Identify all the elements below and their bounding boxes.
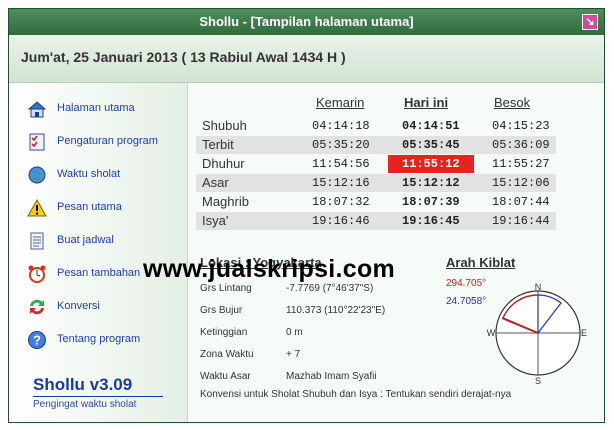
sidebar-item-buat-jadwal[interactable]: Buat jadwal (21, 229, 181, 255)
checklist-icon (29, 133, 45, 151)
kiblat-angle-primary: 294.705° (446, 278, 487, 289)
field-value-ketinggian: 0 m (286, 327, 303, 338)
globe-icon (28, 166, 46, 184)
time-today: 15:12:12 (402, 176, 460, 190)
time-yesterday: 19:16:46 (312, 214, 370, 228)
document-icon (30, 232, 44, 250)
time-today: 18:07:39 (402, 195, 460, 209)
sidebar-item-label: Pesan tambahan (57, 267, 141, 279)
sidebar-item-pesan-utama[interactable]: Pesan utama (21, 196, 181, 222)
time-tomorrow: 11:55:27 (492, 157, 550, 171)
field-label-bujur: Grs Bujur (200, 305, 243, 316)
compass-label-s: S (535, 376, 541, 386)
watermark-text: www.jualskripsi.com (143, 255, 396, 283)
sidebar-item-label: Tentang program (57, 333, 141, 345)
field-value-waktu-asar: Mazhab Imam Syafii (286, 371, 377, 382)
field-value-bujur: 110.373 (110°22'23"E) (286, 305, 386, 316)
time-yesterday: 15:12:16 (312, 176, 370, 190)
sidebar-item-label: Halaman utama (57, 102, 135, 114)
prayer-name: Maghrib (202, 194, 249, 209)
convention-note: Konvensi untuk Sholat Shubuh dan Isya : … (200, 389, 512, 400)
compass-label-e: E (581, 328, 587, 338)
column-header-tomorrow: Besok (494, 95, 531, 110)
time-yesterday: 05:35:20 (312, 138, 370, 152)
brand: Shollu v3.09 Pengingat waktu sholat (33, 375, 163, 410)
close-icon[interactable]: ↘ (582, 14, 598, 30)
title-bar: Shollu - [Tampilan halaman utama] ↘ (9, 9, 604, 35)
prayer-row-asar: Asar 15:12:16 15:12:12 15:12:06 (196, 174, 556, 192)
time-today-current: 11:55:12 (388, 155, 474, 173)
sidebar: Halaman utama Pengaturan program Waktu s… (9, 83, 188, 422)
time-yesterday: 04:14:18 (312, 119, 370, 133)
brand-subtitle: Pengingat waktu sholat (33, 399, 137, 410)
svg-text:?: ? (33, 333, 41, 348)
field-label-waktu-asar: Waktu Asar (200, 371, 251, 382)
prayer-row-shubuh: Shubuh 04:14:18 04:14:51 04:15:23 (196, 117, 556, 135)
warning-icon (27, 198, 47, 217)
main-panel: Kemarin Hari ini Besok Shubuh 04:14:18 0… (188, 83, 604, 422)
prayer-row-maghrib: Maghrib 18:07:32 18:07:39 18:07:44 (196, 193, 556, 211)
date-bar: Jum'at, 25 Januari 2013 ( 13 Rabiul Awal… (9, 35, 604, 83)
time-tomorrow: 19:16:44 (492, 214, 550, 228)
time-today: 19:16:45 (402, 214, 460, 228)
prayer-name: Isya' (202, 213, 229, 228)
sidebar-item-label: Konversi (57, 300, 100, 312)
qibla-compass: N S E W (487, 282, 587, 386)
field-label-ketinggian: Ketinggian (200, 327, 248, 338)
time-tomorrow: 04:15:23 (492, 119, 550, 133)
prayer-row-terbit: Terbit 05:35:20 05:35:45 05:36:09 (196, 136, 556, 154)
sidebar-item-halaman-utama[interactable]: Halaman utama (21, 97, 181, 123)
compass-label-n: N (535, 282, 542, 292)
kiblat-angle-secondary: 24.7058° (446, 296, 487, 307)
column-header-yesterday: Kemarin (316, 95, 365, 110)
time-tomorrow: 15:12:06 (492, 176, 550, 190)
prayer-name: Terbit (202, 137, 234, 152)
sidebar-item-label: Pesan utama (57, 201, 122, 213)
prayer-row-isya: Isya' 19:16:46 19:16:45 19:16:44 (196, 212, 556, 230)
prayer-name: Shubuh (202, 118, 247, 133)
sidebar-item-waktu-sholat[interactable]: Waktu sholat (21, 163, 181, 189)
field-label-lintang: Grs Lintang (200, 283, 252, 294)
field-value-zona-waktu: + 7 (286, 349, 301, 360)
brand-divider (33, 396, 163, 397)
time-tomorrow: 05:36:09 (492, 138, 550, 152)
sidebar-item-konversi[interactable]: Konversi (21, 295, 181, 321)
time-tomorrow: 18:07:44 (492, 195, 550, 209)
sidebar-item-pengaturan-program[interactable]: Pengaturan program (21, 130, 181, 156)
time-yesterday: 18:07:32 (312, 195, 370, 209)
sidebar-item-label: Buat jadwal (57, 234, 114, 246)
current-date: Jum'at, 25 Januari 2013 ( 13 Rabiul Awal… (21, 49, 346, 65)
convert-arrows-icon (30, 299, 44, 315)
field-label-zona-waktu: Zona Waktu (200, 349, 254, 360)
compass-label-w: W (487, 328, 496, 338)
prayer-name: Dhuhur (202, 156, 245, 171)
prayer-row-dhuhur: Dhuhur 11:54:56 11:55:12 11:55:27 (196, 155, 556, 173)
time-today: 05:35:45 (402, 138, 460, 152)
window-title: Shollu - [Tampilan halaman utama] (199, 14, 414, 29)
sidebar-item-tentang-program[interactable]: ? Tentang program (21, 328, 181, 354)
app-window: Shollu - [Tampilan halaman utama] ↘ Jum'… (8, 8, 605, 423)
column-header-today: Hari ini (404, 95, 449, 110)
field-value-lintang: -7.7769 (7°46'37"S) (286, 283, 374, 294)
brand-title: Shollu v3.09 (33, 375, 133, 394)
kiblat-title: Arah Kiblat (446, 255, 516, 270)
sidebar-item-label: Waktu sholat (57, 168, 121, 180)
time-yesterday: 11:54:56 (312, 157, 370, 171)
prayer-name: Asar (202, 175, 229, 190)
help-icon: ? (28, 331, 46, 349)
sidebar-item-label: Pengaturan program (57, 135, 158, 147)
house-icon (27, 101, 47, 118)
alarm-clock-icon (28, 265, 46, 283)
time-today: 04:14:51 (402, 119, 460, 133)
